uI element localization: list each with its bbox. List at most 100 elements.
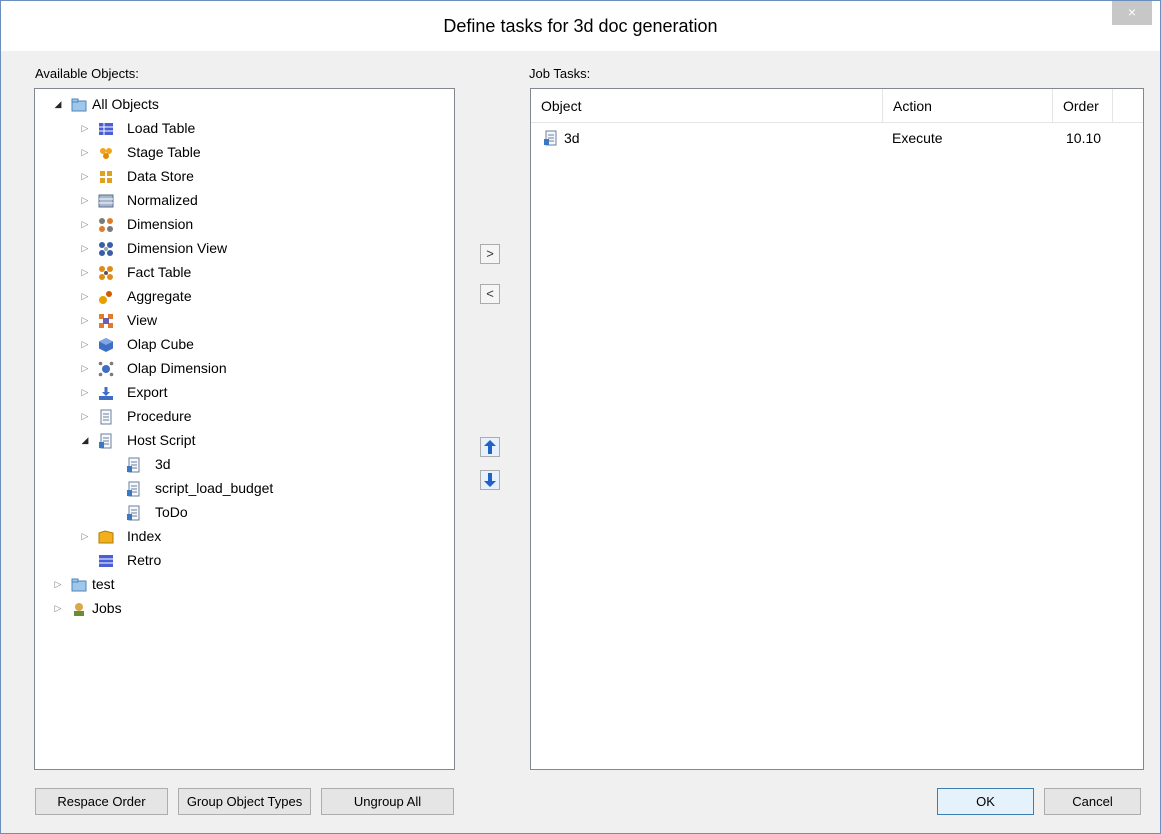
expand-icon[interactable]: ▷ xyxy=(79,236,91,260)
tree-item[interactable]: ▷ Fact Table xyxy=(35,260,452,284)
tree-item-label: Olap Cube xyxy=(127,336,194,352)
dimension-view-icon xyxy=(98,240,114,256)
remove-task-button[interactable]: < xyxy=(480,284,500,304)
ok-button[interactable]: OK xyxy=(937,788,1034,815)
close-button[interactable]: × xyxy=(1112,1,1152,25)
normalized-icon xyxy=(98,192,114,208)
tree-item[interactable]: ▷ Normalized xyxy=(35,188,452,212)
tree-item-label: ToDo xyxy=(155,504,188,520)
tree-item-label: Olap Dimension xyxy=(127,360,227,376)
available-objects-tree[interactable]: ◢ All Objects ▷ Load Table ▷ Stage Table ▷ Data… xyxy=(34,88,455,770)
tree-item[interactable]: ▷ Procedure xyxy=(35,404,452,428)
expand-icon[interactable]: ▷ xyxy=(79,404,91,428)
tree-item[interactable]: ▷ Olap Dimension xyxy=(35,356,452,380)
olap-dimension-icon xyxy=(98,360,114,377)
tree-item[interactable]: ToDo xyxy=(35,500,452,524)
group-object-types-button[interactable]: Group Object Types xyxy=(178,788,311,815)
load-table-icon xyxy=(98,120,114,136)
tree-item[interactable]: ▷ Export xyxy=(35,380,452,404)
column-header-order[interactable]: Order xyxy=(1053,89,1113,123)
script-icon xyxy=(98,432,114,449)
procedure-icon xyxy=(98,408,114,425)
script-icon xyxy=(126,480,142,497)
expand-icon[interactable]: ▷ xyxy=(52,572,64,596)
available-objects-label: Available Objects: xyxy=(35,66,139,81)
tree-item[interactable]: ◢ Host Script xyxy=(35,428,452,452)
expand-icon[interactable]: ▷ xyxy=(79,524,91,548)
tree-item-label: Dimension View xyxy=(127,240,228,256)
tree-item[interactable]: Retro xyxy=(35,548,452,572)
tree-item[interactable]: ◢ All Objects xyxy=(35,92,452,116)
tree-item-label: script_load_budget xyxy=(155,480,274,496)
expand-icon[interactable]: ▷ xyxy=(79,164,91,188)
tree-item[interactable]: ▷ Load Table xyxy=(35,116,452,140)
tree-item-label: Procedure xyxy=(127,408,192,424)
expand-icon[interactable]: ▷ xyxy=(52,596,64,620)
tree-item[interactable]: ▷ Stage Table xyxy=(35,140,452,164)
column-header-object[interactable]: Object xyxy=(531,89,883,123)
title-bar: Define tasks for 3d doc generation × xyxy=(1,1,1160,51)
expand-icon[interactable]: ▷ xyxy=(79,284,91,308)
expand-icon[interactable]: ▷ xyxy=(79,356,91,380)
arrow-down-icon xyxy=(484,473,496,487)
move-down-button[interactable] xyxy=(480,470,500,490)
script-icon xyxy=(126,504,142,521)
column-header-filler xyxy=(1113,89,1143,123)
tree-item[interactable]: 3d xyxy=(35,452,452,476)
respace-order-button[interactable]: Respace Order xyxy=(35,788,168,815)
script-icon xyxy=(126,456,142,473)
tree-item-label: All Objects xyxy=(92,96,159,112)
fact-table-icon xyxy=(98,264,114,280)
table-row[interactable]: 3d Execute 10.10 xyxy=(531,125,1143,151)
expand-icon[interactable]: ▷ xyxy=(79,260,91,284)
expand-icon[interactable]: ▷ xyxy=(79,116,91,140)
olap-cube-icon xyxy=(98,336,114,352)
ungroup-all-button[interactable]: Ungroup All xyxy=(321,788,454,815)
dialog-title: Define tasks for 3d doc generation xyxy=(443,16,718,36)
job-tasks-list[interactable]: Object Action Order 3d Execute 10.10 xyxy=(530,88,1144,770)
job-tasks-label: Job Tasks: xyxy=(529,66,591,81)
stage-table-icon xyxy=(98,144,114,160)
tree-item-label: Normalized xyxy=(127,192,198,208)
expand-icon[interactable]: ▷ xyxy=(79,140,91,164)
tree-item-label: Load Table xyxy=(127,120,196,136)
retro-icon xyxy=(98,552,114,568)
tree-item[interactable]: ▷ Aggregate xyxy=(35,284,452,308)
expand-icon[interactable]: ▷ xyxy=(79,332,91,356)
column-header-action[interactable]: Action xyxy=(883,89,1053,123)
tree-item[interactable]: ▷ Jobs xyxy=(35,596,452,620)
tree-item[interactable]: ▷ Index xyxy=(35,524,452,548)
folder-icon xyxy=(71,96,87,112)
collapse-icon[interactable]: ◢ xyxy=(79,428,91,452)
row-action-cell: Execute xyxy=(892,130,943,146)
tree-item[interactable]: ▷ View xyxy=(35,308,452,332)
cancel-button[interactable]: Cancel xyxy=(1044,788,1141,815)
tree-item-label: Stage Table xyxy=(127,144,201,160)
tree-item-label: 3d xyxy=(155,456,171,472)
aggregate-icon xyxy=(98,288,114,304)
row-order-cell: 10.10 xyxy=(1066,130,1102,146)
tree-item-label: Retro xyxy=(127,552,162,568)
move-up-button[interactable] xyxy=(480,437,500,457)
dimension-icon xyxy=(98,216,114,232)
tree-item-label: Dimension xyxy=(127,216,194,232)
add-task-button[interactable]: > xyxy=(480,244,500,264)
tree-item[interactable]: ▷ Data Store xyxy=(35,164,452,188)
tree-item-label: Index xyxy=(127,528,162,544)
tree-item[interactable]: ▷ Dimension View xyxy=(35,236,452,260)
view-icon xyxy=(98,312,114,328)
collapse-icon[interactable]: ◢ xyxy=(52,92,64,116)
tree-item-label: Host Script xyxy=(127,432,196,448)
tree-item-label: Data Store xyxy=(127,168,194,184)
expand-icon[interactable]: ▷ xyxy=(79,188,91,212)
tree-item[interactable]: script_load_budget xyxy=(35,476,452,500)
index-icon xyxy=(98,528,114,544)
tree-item[interactable]: ▷ Dimension xyxy=(35,212,452,236)
tree-item[interactable]: ▷ Olap Cube xyxy=(35,332,452,356)
expand-icon[interactable]: ▷ xyxy=(79,212,91,236)
tree-item[interactable]: ▷ test xyxy=(35,572,452,596)
data-store-icon xyxy=(98,168,114,184)
expand-icon[interactable]: ▷ xyxy=(79,308,91,332)
expand-icon[interactable]: ▷ xyxy=(79,380,91,404)
folder-icon xyxy=(71,576,87,592)
